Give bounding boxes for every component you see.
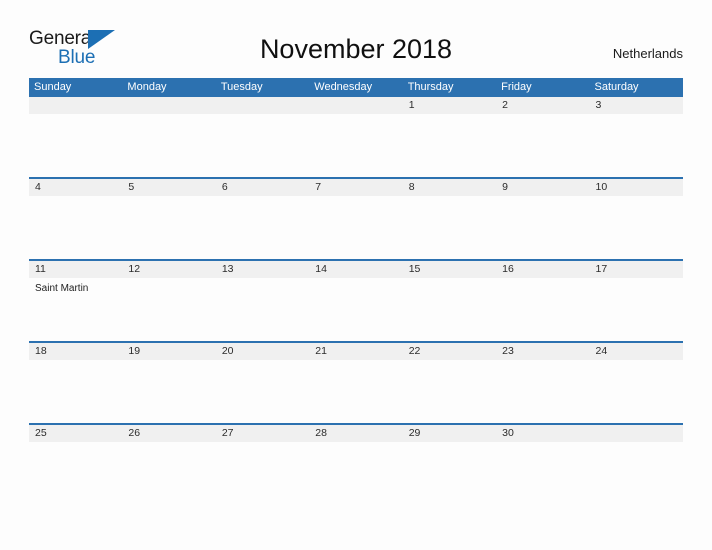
date-number-band: 25 26 27 28 29 30 [29, 425, 683, 442]
day-event[interactable] [403, 278, 496, 341]
day-number[interactable]: 9 [496, 179, 589, 196]
day-event[interactable]: Saint Martin [29, 278, 122, 341]
weekday-header-monday: Monday [127, 81, 167, 93]
country-label: Netherlands [612, 46, 683, 61]
day-event[interactable] [590, 114, 683, 177]
day-number[interactable]: 2 [496, 97, 589, 114]
date-number-band: 1 2 3 [29, 97, 683, 114]
day-event[interactable] [309, 278, 402, 341]
day-event[interactable] [122, 360, 215, 423]
event-band [29, 196, 683, 259]
day-number[interactable]: 5 [122, 179, 215, 196]
day-number[interactable]: 7 [309, 179, 402, 196]
day-event[interactable] [122, 114, 215, 177]
weekday-header-wednesday: Wednesday [314, 81, 373, 93]
day-number[interactable]: 20 [216, 343, 309, 360]
calendar-week-row: 25 26 27 28 29 30 [29, 423, 683, 505]
day-event[interactable] [216, 114, 309, 177]
day-number[interactable]: 29 [403, 425, 496, 442]
day-event[interactable] [590, 278, 683, 341]
day-number[interactable]: 26 [122, 425, 215, 442]
day-number[interactable]: 14 [309, 261, 402, 278]
event-band: Saint Martin [29, 278, 683, 341]
day-number[interactable]: 28 [309, 425, 402, 442]
calendar-grid: Sunday Monday Tuesday Wednesday Thursday… [29, 78, 683, 505]
day-number[interactable]: 3 [590, 97, 683, 114]
day-event[interactable] [590, 196, 683, 259]
day-number[interactable] [590, 425, 683, 442]
day-event[interactable] [29, 114, 122, 177]
day-event[interactable] [29, 196, 122, 259]
day-event[interactable] [216, 360, 309, 423]
day-number[interactable] [309, 97, 402, 114]
day-event[interactable] [122, 278, 215, 341]
date-number-band: 11 12 13 14 15 16 17 [29, 261, 683, 278]
calendar-week-row: 1 2 3 [29, 97, 683, 177]
calendar-week-row: 18 19 20 21 22 23 24 [29, 341, 683, 423]
day-event[interactable] [309, 114, 402, 177]
page-title: November 2018 [259, 34, 453, 64]
day-event[interactable] [496, 278, 589, 341]
day-number[interactable]: 27 [216, 425, 309, 442]
day-event[interactable] [403, 360, 496, 423]
weekday-header-saturday: Saturday [594, 81, 639, 93]
day-event[interactable] [496, 114, 589, 177]
day-number[interactable]: 25 [29, 425, 122, 442]
day-number[interactable]: 1 [403, 97, 496, 114]
calendar-page: General Blue November 2018 Netherlands S… [0, 0, 712, 550]
day-number[interactable]: 21 [309, 343, 402, 360]
day-number[interactable]: 24 [590, 343, 683, 360]
day-event[interactable] [403, 196, 496, 259]
day-number[interactable]: 12 [122, 261, 215, 278]
weekday-header-thursday: Thursday [407, 81, 454, 93]
event-band [29, 114, 683, 177]
day-number[interactable]: 18 [29, 343, 122, 360]
date-number-band: 4 5 6 7 8 9 10 [29, 179, 683, 196]
day-event[interactable] [216, 442, 309, 505]
weekday-header-friday: Friday [501, 81, 532, 93]
day-event[interactable] [496, 442, 589, 505]
day-event[interactable] [403, 442, 496, 505]
day-number[interactable]: 30 [496, 425, 589, 442]
day-number[interactable]: 19 [122, 343, 215, 360]
day-event[interactable] [29, 442, 122, 505]
day-event[interactable] [216, 196, 309, 259]
day-event[interactable] [122, 196, 215, 259]
day-number[interactable] [29, 97, 122, 114]
day-number[interactable]: 15 [403, 261, 496, 278]
day-number[interactable]: 23 [496, 343, 589, 360]
day-number[interactable] [216, 97, 309, 114]
day-event[interactable] [216, 278, 309, 341]
day-number[interactable]: 8 [403, 179, 496, 196]
day-number[interactable]: 17 [590, 261, 683, 278]
day-event[interactable] [309, 360, 402, 423]
calendar-week-row: 4 5 6 7 8 9 10 [29, 177, 683, 259]
day-event[interactable] [496, 360, 589, 423]
day-event[interactable] [590, 360, 683, 423]
weekday-header-sunday: Sunday [34, 81, 72, 93]
day-number[interactable]: 22 [403, 343, 496, 360]
weekday-header-tuesday: Tuesday [220, 81, 263, 93]
page-header: General Blue November 2018 Netherlands [0, 0, 712, 78]
event-band [29, 360, 683, 423]
day-number[interactable] [122, 97, 215, 114]
day-event[interactable] [122, 442, 215, 505]
day-number[interactable]: 6 [216, 179, 309, 196]
day-event[interactable] [29, 360, 122, 423]
day-event[interactable] [309, 196, 402, 259]
day-number[interactable]: 11 [29, 261, 122, 278]
calendar-week-row: 11 12 13 14 15 16 17 Saint Martin [29, 259, 683, 341]
day-number[interactable]: 10 [590, 179, 683, 196]
day-event[interactable] [309, 442, 402, 505]
day-number[interactable]: 4 [29, 179, 122, 196]
weekday-header-row: Sunday Monday Tuesday Wednesday Thursday… [29, 78, 683, 97]
day-number[interactable]: 16 [496, 261, 589, 278]
event-band [29, 442, 683, 505]
day-event[interactable] [590, 442, 683, 505]
day-number[interactable]: 13 [216, 261, 309, 278]
day-event[interactable] [496, 196, 589, 259]
date-number-band: 18 19 20 21 22 23 24 [29, 343, 683, 360]
day-event[interactable] [403, 114, 496, 177]
